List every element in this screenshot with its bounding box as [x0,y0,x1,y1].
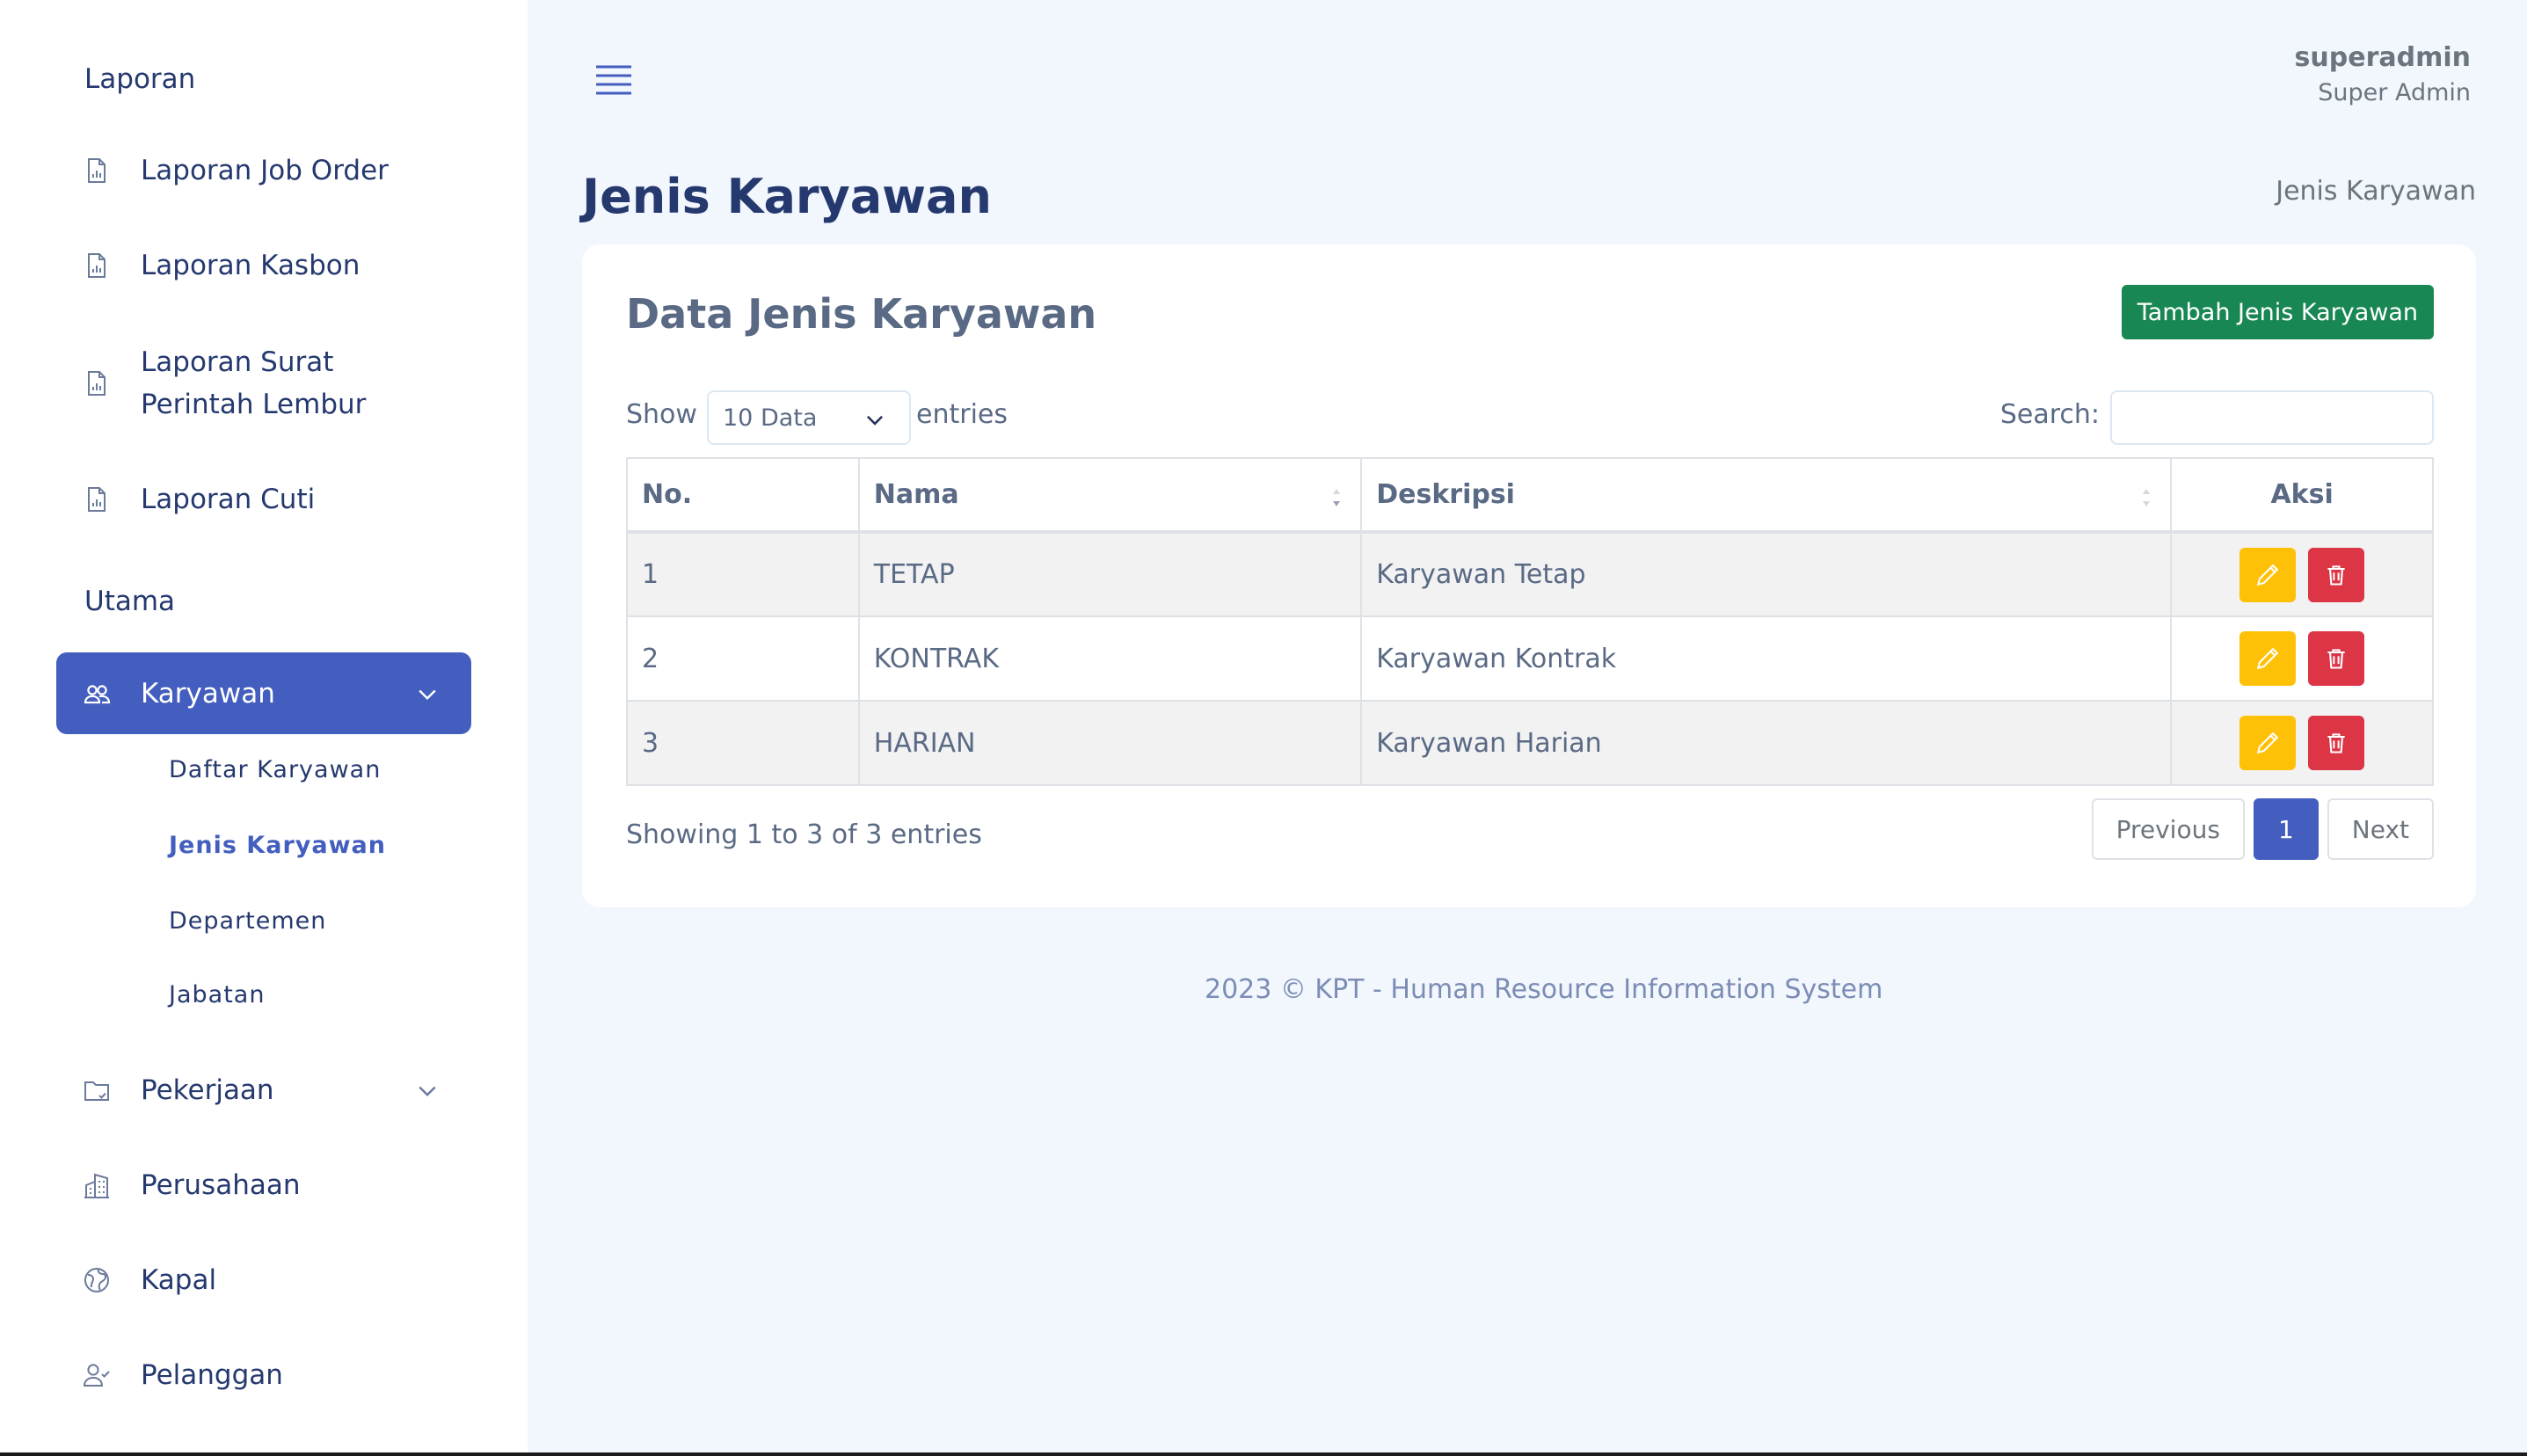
column-header-label: Aksi [2270,479,2334,510]
cell-aksi [2170,700,2434,786]
pencil-icon [2256,647,2279,670]
user-name[interactable]: superadmin [2295,42,2471,73]
bottom-border [0,1452,2527,1456]
column-header-nama[interactable]: Nama [857,457,1363,533]
edit-button[interactable] [2239,547,2297,602]
chevron-down-icon [866,415,884,426]
chevron-down-icon [419,1086,436,1096]
sidebar-item-label: Perusahaan [141,1169,301,1201]
edit-button[interactable] [2239,631,2297,686]
table-info: Showing 1 to 3 of 3 entries [626,819,982,850]
sidebar-item-label: Kapal [141,1264,217,1296]
sidebar-item-label: Karyawan [141,677,275,710]
search-label: Search: [1999,399,2100,430]
cell-aksi [2170,531,2434,617]
sidebar-item-label: Laporan Kasbon [141,250,360,281]
submenu-departemen[interactable]: Departemen [169,907,326,935]
breadcrumb: Jenis Karyawan [2276,176,2476,207]
submenu-daftar-karyawan[interactable]: Daftar Karyawan [169,756,381,783]
table-row: 1 TETAP Karyawan Tetap [626,531,2434,617]
entries-label: entries [916,399,1008,430]
column-header-label: Nama [873,479,959,510]
table-row: 2 KONTRAK Karyawan Kontrak [626,615,2434,702]
column-header-aksi: Aksi [2170,457,2434,533]
report-icon [83,485,111,513]
report-icon [83,369,111,397]
column-header-no[interactable]: No. [626,457,860,533]
column-header-label: No. [642,479,693,510]
cell-no: 1 [626,531,860,617]
sidebar-item-pelanggan[interactable]: Pelanggan [56,1352,471,1398]
cell-nama: TETAP [857,531,1363,617]
submenu-jenis-karyawan[interactable]: Jenis Karyawan [169,832,386,859]
hamburger-menu-icon[interactable] [594,62,633,97]
column-header-label: Deskripsi [1376,479,1515,510]
show-label: Show [626,399,697,430]
building-icon [83,1171,111,1199]
cell-nama: KONTRAK [857,615,1363,702]
report-icon [83,157,111,185]
sidebar-item-label: Laporan Cuti [141,484,316,515]
delete-button[interactable] [2308,716,2365,770]
next-page-button[interactable]: Next [2327,798,2434,860]
cell-deskripsi: Karyawan Tetap [1360,531,2173,617]
sidebar-item-laporan-job-order[interactable]: Laporan Job Order [56,148,471,193]
user-role: Super Admin [2318,79,2471,106]
sidebar-item-pekerjaan[interactable]: Pekerjaan [56,1067,471,1113]
chevron-down-icon [419,689,436,700]
delete-button[interactable] [2308,547,2365,602]
entries-select-value: 10 Data [723,404,818,432]
trash-icon [2327,564,2345,586]
footer-text: 2023 © KPT - Human Resource Information … [1205,974,1883,1005]
card-title: Data Jenis Karyawan [626,290,1097,338]
sidebar-item-label: Pelanggan [141,1359,283,1391]
cell-nama: HARIAN [857,700,1363,786]
sidebar-section-laporan: Laporan [84,63,196,95]
sort-icon [1333,489,1341,506]
data-card: Data Jenis Karyawan Tambah Jenis Karyawa… [582,244,2476,907]
delete-button[interactable] [2308,631,2365,686]
cell-deskripsi: Karyawan Harian [1360,700,2173,786]
trash-icon [2327,649,2345,669]
add-jenis-karyawan-button[interactable]: Tambah Jenis Karyawan [2121,285,2434,339]
report-icon [83,251,111,280]
sidebar-item-karyawan[interactable]: Karyawan [56,652,471,734]
cell-no: 2 [626,615,860,702]
column-header-deskripsi[interactable]: Deskripsi [1360,457,2173,533]
pagination: Previous 1 Next [2091,798,2434,860]
sidebar-item-laporan-kasbon[interactable]: Laporan Kasbon [56,243,471,288]
app-root: Laporan Laporan Job Order Laporan Kasbon… [0,0,2527,1456]
sidebar-item-label: Laporan Surat Perintah Lembur [141,346,367,420]
sort-icon [2143,489,2151,506]
people-icon [83,680,111,708]
sidebar: Laporan Laporan Job Order Laporan Kasbon… [0,0,528,1452]
sidebar-item-laporan-cuti[interactable]: Laporan Cuti [56,477,471,522]
pencil-icon [2256,732,2279,754]
data-table: No. Nama Deskripsi Aksi 1 TETAP Karyawan… [626,457,2434,786]
person-check-icon [83,1361,111,1389]
sidebar-item-perusahaan[interactable]: Perusahaan [56,1162,471,1208]
submenu-jabatan[interactable]: Jabatan [169,981,265,1008]
entries-select[interactable]: 10 Data [707,390,911,445]
cell-aksi [2170,615,2434,702]
pencil-icon [2256,564,2279,586]
sidebar-item-laporan-spl[interactable]: Laporan Surat Perintah Lembur [56,338,471,429]
previous-page-button[interactable]: Previous [2091,798,2245,860]
search-input[interactable] [2110,390,2434,445]
page-title: Jenis Karyawan [582,169,992,224]
sidebar-item-kapal[interactable]: Kapal [56,1257,471,1303]
page-1-button[interactable]: 1 [2253,798,2319,860]
globe-icon [83,1266,111,1294]
sidebar-section-utama: Utama [84,586,176,617]
trash-icon [2327,733,2345,753]
sidebar-item-label: Laporan Job Order [141,155,389,186]
table-header-row: No. Nama Deskripsi Aksi [626,457,2434,533]
edit-button[interactable] [2239,716,2297,770]
cell-no: 3 [626,700,860,786]
folder-icon [83,1076,111,1104]
sidebar-item-label: Pekerjaan [141,1074,274,1106]
table-row: 3 HARIAN Karyawan Harian [626,700,2434,786]
cell-deskripsi: Karyawan Kontrak [1360,615,2173,702]
